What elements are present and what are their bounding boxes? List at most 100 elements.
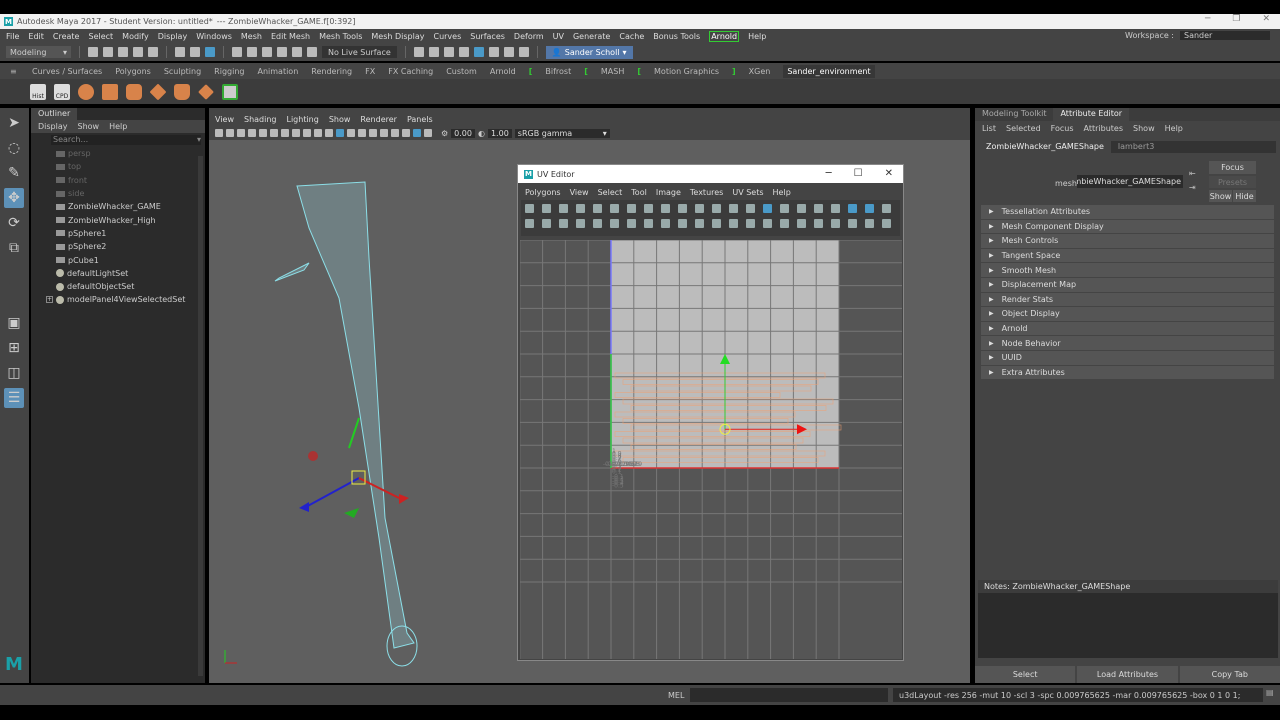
bookmark-icon[interactable] <box>237 129 245 137</box>
script-editor-icon[interactable]: ▤ <box>1266 688 1274 697</box>
select-hierarchy-icon[interactable] <box>175 47 185 57</box>
film-gate-icon[interactable] <box>270 129 278 137</box>
uv-tool-icon[interactable] <box>542 204 551 213</box>
expand-arrow-icon[interactable]: ▶ <box>989 237 994 244</box>
tool-settings-icon[interactable] <box>518 47 529 57</box>
shelf-tab-curves-surfaces[interactable]: Curves / Surfaces <box>32 67 102 76</box>
attr-section[interactable]: ▶ Smooth Mesh <box>981 263 1274 278</box>
tab-attribute-editor[interactable]: Attribute Editor <box>1053 108 1130 121</box>
uv-tool-icon[interactable] <box>780 219 789 228</box>
outliner-item[interactable]: defaultLightSet <box>31 267 205 280</box>
uv-tool-icon[interactable] <box>780 204 789 213</box>
uv-tool-icon[interactable] <box>797 204 806 213</box>
scale-tool-icon[interactable]: ⧉ <box>4 238 24 258</box>
expand-arrow-icon[interactable]: ▶ <box>989 296 994 303</box>
command-input[interactable] <box>690 688 888 702</box>
uv-tool-icon[interactable] <box>729 219 738 228</box>
attr-section[interactable]: ▶ Tessellation Attributes <box>981 205 1274 220</box>
outliner-item[interactable]: persp <box>31 147 205 160</box>
uv-tool-icon[interactable] <box>882 204 891 213</box>
uv-menu-help[interactable]: Help <box>773 188 791 197</box>
uv-tool-icon[interactable] <box>525 204 534 213</box>
render-settings-icon[interactable] <box>458 47 469 57</box>
exposure-field[interactable]: 0.00 <box>451 128 475 138</box>
outliner-search[interactable]: Search... ▾ <box>51 135 201 145</box>
shelf-tab-bifrost[interactable]: Bifrost <box>545 67 571 76</box>
smooth-shade-icon[interactable] <box>347 129 355 137</box>
uv-tool-icon[interactable] <box>610 219 619 228</box>
menu-edit-mesh[interactable]: Edit Mesh <box>271 32 310 41</box>
menu-arnold[interactable]: Arnold <box>709 30 740 42</box>
lasso-tool-icon[interactable]: ◌ <box>4 138 24 158</box>
outliner-item[interactable]: ZombieWhacker_High <box>31 213 205 226</box>
attribute-editor-toggle-icon[interactable] <box>503 47 514 57</box>
uv-close-button[interactable]: ✕ <box>885 168 893 179</box>
new-scene-icon[interactable] <box>88 47 98 57</box>
outliner-item[interactable]: pCube1 <box>31 253 205 266</box>
menu-display[interactable]: Display <box>158 32 188 41</box>
outliner-item[interactable]: top <box>31 160 205 173</box>
snap-view-icon[interactable] <box>277 47 287 57</box>
uv-maximize-button[interactable]: ☐ <box>854 168 863 179</box>
resolution-gate-icon[interactable] <box>281 129 289 137</box>
outliner-item[interactable]: front <box>31 174 205 187</box>
uv-tool-icon[interactable] <box>865 219 874 228</box>
attr-section[interactable]: ▶ Object Display <box>981 307 1274 322</box>
xray-joints-icon[interactable] <box>424 129 432 137</box>
viewport-menu-show[interactable]: Show <box>329 115 351 124</box>
snap-point-icon[interactable] <box>262 47 272 57</box>
expand-arrow-icon[interactable]: ▶ <box>989 325 994 332</box>
outliner-item[interactable]: + modelPanel4ViewSelectedSet <box>31 293 205 306</box>
render-view-icon[interactable] <box>413 47 424 57</box>
outliner-menu-help[interactable]: Help <box>109 122 127 131</box>
uv-tool-icon[interactable] <box>695 204 704 213</box>
uv-menu-textures[interactable]: Textures <box>690 188 723 197</box>
viewport-menu-lighting[interactable]: Lighting <box>286 115 318 124</box>
four-view-layout-icon[interactable]: ⊞ <box>4 338 24 358</box>
uv-tool-icon[interactable] <box>627 204 636 213</box>
uv-tool-icon[interactable] <box>831 219 840 228</box>
snap-surface-icon[interactable] <box>292 47 302 57</box>
shelf-tab-arnold[interactable]: Arnold <box>490 67 516 76</box>
uv-tool-icon[interactable] <box>542 219 551 228</box>
mesh-name-field[interactable]: ZombieWhacker_GAMEShape <box>1077 175 1183 188</box>
presets-button[interactable]: Presets <box>1209 176 1256 188</box>
xray-icon[interactable] <box>413 129 421 137</box>
checker-icon[interactable] <box>222 83 238 100</box>
attr-menu-show[interactable]: Show <box>1133 124 1155 133</box>
menu-mesh[interactable]: Mesh <box>241 32 262 41</box>
viewport-menu-view[interactable]: View <box>215 115 234 124</box>
expand-arrow-icon[interactable]: ▶ <box>989 310 994 317</box>
uv-canvas[interactable]: -0.4 -0.3 -0.2 -0.1 0 0.1 0.2 0.3 0.4 0.5 0.6 0.7 0.… <box>519 239 902 659</box>
uv-tool-icon[interactable] <box>814 219 823 228</box>
uv-tool-icon[interactable] <box>644 204 653 213</box>
colorspace-dropdown[interactable]: sRGB gamma ▾ <box>514 128 610 138</box>
outliner-tab[interactable]: Outliner <box>31 108 78 120</box>
close-button[interactable]: ✕ <box>1262 14 1270 24</box>
command-language-toggle[interactable]: MEL <box>668 691 684 700</box>
poly-diamond-icon[interactable] <box>149 83 167 100</box>
undo-icon[interactable] <box>133 47 143 57</box>
select-tool-icon[interactable]: ➤ <box>4 113 24 133</box>
ambient-occlusion-icon[interactable] <box>391 129 399 137</box>
uv-tool-icon[interactable] <box>746 204 755 213</box>
attr-menu-attributes[interactable]: Attributes <box>1084 124 1124 133</box>
uv-minimize-button[interactable]: ─ <box>826 168 832 179</box>
single-perspective-layout-icon[interactable]: ▣ <box>4 313 24 333</box>
uv-menu-image[interactable]: Image <box>656 188 681 197</box>
menu-edit[interactable]: Edit <box>28 32 44 41</box>
shelf-tab-xgen[interactable]: XGen <box>749 67 771 76</box>
uv-tool-icon[interactable] <box>729 204 738 213</box>
menu-set-dropdown[interactable]: Modeling ▾ <box>6 46 71 58</box>
modeling-toolkit-icon[interactable] <box>488 47 499 57</box>
node-tab[interactable]: lambert3 <box>1111 141 1161 153</box>
outliner-menu-show[interactable]: Show <box>78 122 100 131</box>
uv-tool-icon[interactable] <box>644 219 653 228</box>
viewport-menu-shading[interactable]: Shading <box>244 115 277 124</box>
expand-arrow-icon[interactable]: ▶ <box>989 354 994 361</box>
image-plane-icon[interactable] <box>248 129 256 137</box>
uv-menu-select[interactable]: Select <box>598 188 623 197</box>
uv-tool-icon[interactable] <box>848 219 857 228</box>
grid-toggle-icon[interactable] <box>259 129 267 137</box>
menu-surfaces[interactable]: Surfaces <box>470 32 505 41</box>
